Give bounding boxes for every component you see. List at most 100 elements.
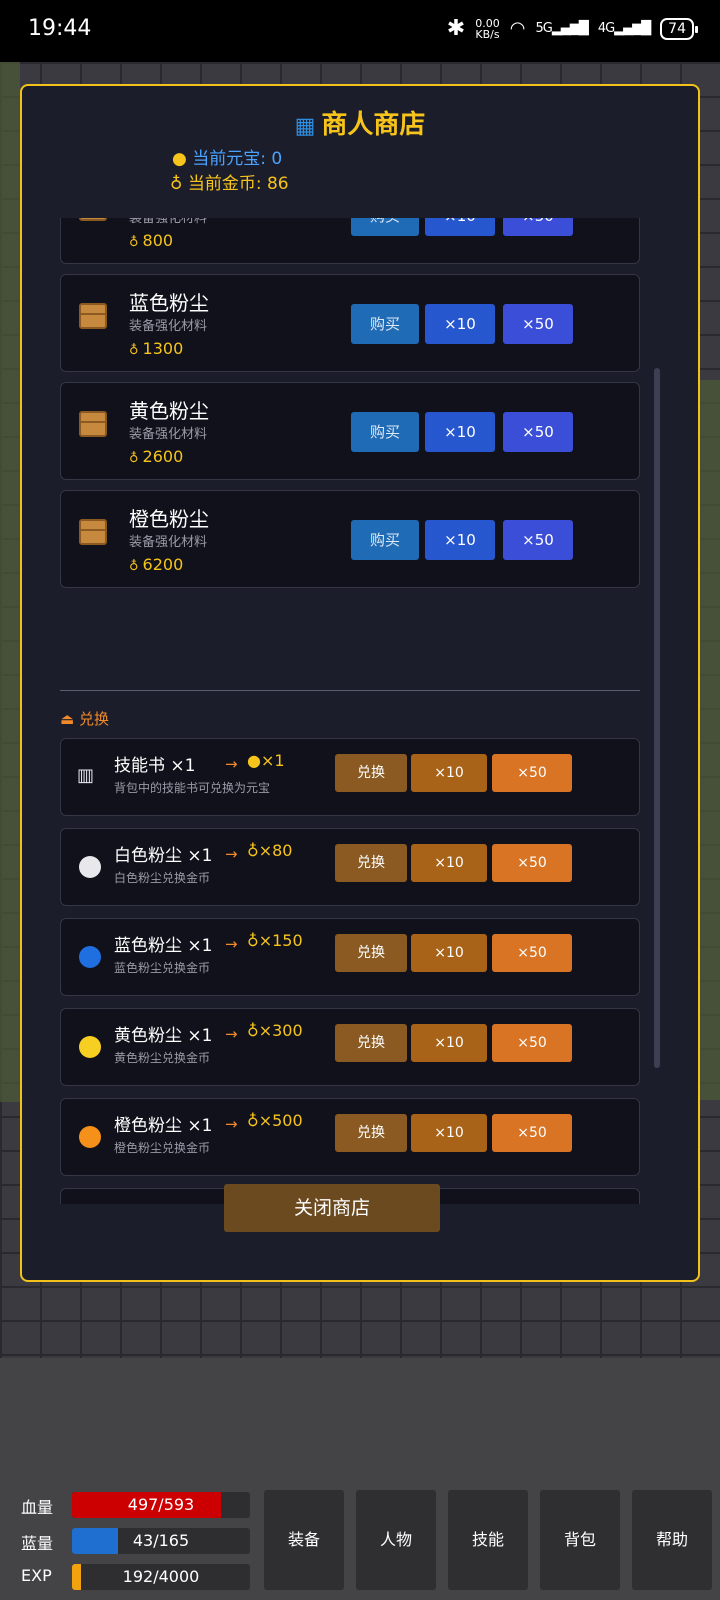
item-name: 黄色粉尘: [129, 399, 209, 423]
money-bag-icon: ♁: [129, 559, 139, 574]
buy-button[interactable]: 购买: [351, 520, 419, 560]
item-price-value: 800: [142, 231, 174, 250]
exchange-reward-value: ×80: [258, 841, 293, 860]
exchange-x50-button[interactable]: ×50: [492, 934, 572, 972]
exchange-x10-button[interactable]: ×10: [411, 934, 487, 972]
exchange-section-title: ⏏ 兑换: [60, 708, 109, 729]
blue-circle-icon: [79, 946, 101, 968]
buy-button[interactable]: 购买: [351, 218, 419, 236]
section-divider: [60, 690, 640, 691]
yellow-circle-icon: [79, 1036, 101, 1058]
exp-label: EXP: [21, 1566, 52, 1585]
buy-x50-button[interactable]: ×50: [503, 218, 573, 236]
shop-item: 橙色粉尘 装备强化材料 ♁ 6200 购买 ×10 ×50: [60, 490, 640, 588]
arrow-right-icon: →: [225, 935, 238, 953]
exchange-x10-button[interactable]: ×10: [411, 754, 487, 792]
package-icon: [79, 303, 107, 329]
exchange-item-name: 黄色粉尘 ×1: [114, 1026, 213, 1046]
money-bag-icon: ♁: [247, 1111, 259, 1130]
exchange-reward-value: ×150: [258, 931, 303, 950]
money-bag-icon: ♁: [129, 343, 139, 358]
item-price-value: 6200: [142, 555, 184, 574]
inventory-button[interactable]: 背包: [540, 1490, 620, 1590]
exchange-x10-button[interactable]: ×10: [411, 844, 487, 882]
exchange-reward-value: ×300: [258, 1021, 303, 1040]
exchange-button[interactable]: 兑换: [335, 934, 407, 972]
mp-value: 43/165: [132, 1531, 190, 1550]
character-button[interactable]: 人物: [356, 1490, 436, 1590]
scrollbar[interactable]: [654, 368, 660, 1068]
exchange-button[interactable]: 兑换: [335, 1114, 407, 1152]
white-circle-icon: [79, 856, 101, 878]
buy-x50-button[interactable]: ×50: [503, 412, 573, 452]
exchange-item-desc: 橙色粉尘兑换金币: [114, 1141, 211, 1155]
hp-label: 血量: [21, 1498, 54, 1517]
shop-item: 装备强化材料 ♁800 购买 ×10 ×50: [60, 218, 640, 264]
shop-modal: ▦商人商店 ● 当前元宝: 0 ♁ 当前金币: 86 装备强化材料 ♁800 购…: [20, 84, 700, 1282]
exchange-reward-value: ×1: [260, 751, 285, 770]
item-desc: 装备强化材料: [129, 535, 208, 550]
arrow-right-icon: →: [225, 1115, 238, 1133]
exchange-button[interactable]: 兑换: [335, 1024, 407, 1062]
store-icon: ▦: [294, 114, 316, 139]
exchange-x50-button[interactable]: ×50: [492, 844, 572, 882]
exchange-reward: ♁×500: [247, 1111, 303, 1130]
status-icons: ✱ 0.00 KB/s ◠ 5G▂▄▆█ 4G▂▄▆█ 74: [446, 16, 698, 41]
arrow-right-icon: →: [225, 845, 238, 863]
exchange-section-text: 兑换: [78, 710, 109, 728]
item-name: 橙色粉尘: [129, 507, 209, 531]
buy-x10-button[interactable]: ×10: [425, 412, 495, 452]
exchange-reward-value: ×500: [258, 1111, 303, 1130]
money-bag-icon: ♁: [170, 174, 183, 194]
exchange-x50-button[interactable]: ×50: [492, 754, 572, 792]
mp-bar: 43/165: [72, 1528, 250, 1554]
shop-title: ▦ 商人商店: [22, 104, 698, 141]
skills-button[interactable]: 技能: [448, 1490, 528, 1590]
money-bag-icon: ♁: [247, 931, 259, 950]
exchange-reward: ♁×300: [247, 1021, 303, 1040]
exchange-icon: ⏏: [60, 710, 75, 728]
bluetooth-icon: ✱: [446, 16, 466, 41]
exchange-item: ▥ 技能书 ×1 → ●×1 背包中的技能书可兑换为元宝 兑换 ×10 ×50: [60, 738, 640, 816]
package-icon: [79, 519, 107, 545]
exchange-item: 黄色粉尘 ×1 → ♁×300 黄色粉尘兑换金币 兑换 ×10 ×50: [60, 1008, 640, 1086]
exchange-x10-button[interactable]: ×10: [411, 1024, 487, 1062]
buy-x10-button[interactable]: ×10: [425, 218, 495, 236]
book-icon: ▥: [77, 765, 95, 786]
buy-x10-button[interactable]: ×10: [425, 304, 495, 344]
hp-value: 497/593: [127, 1495, 195, 1514]
buy-x50-button[interactable]: ×50: [503, 520, 573, 560]
item-price-value: 2600: [142, 447, 184, 466]
exchange-x10-button[interactable]: ×10: [411, 1114, 487, 1152]
item-price-value: 1300: [142, 339, 184, 358]
buy-x50-button[interactable]: ×50: [503, 304, 573, 344]
money-bag-icon: ♁: [247, 841, 259, 860]
buy-button[interactable]: 购买: [351, 412, 419, 452]
exchange-item-desc: 黄色粉尘兑换金币: [114, 1051, 211, 1065]
exchange-item-name: 技能书 ×1: [114, 756, 196, 776]
shop-item-list[interactable]: 装备强化材料 ♁800 购买 ×10 ×50 蓝色粉尘 装备强化材料 ♁1300…: [60, 218, 676, 1204]
exchange-button[interactable]: 兑换: [335, 754, 407, 792]
buy-x10-button[interactable]: ×10: [425, 520, 495, 560]
buy-button[interactable]: 购买: [351, 304, 419, 344]
exchange-item: 白色粉尘 ×1 → ♁×80 白色粉尘兑换金币 兑换 ×10 ×50: [60, 828, 640, 906]
current-gold: ♁ 当前金币: 86: [170, 169, 289, 194]
equipment-button[interactable]: 装备: [264, 1490, 344, 1590]
help-button[interactable]: 帮助: [632, 1490, 712, 1590]
coin-icon: ●: [172, 149, 187, 169]
exchange-x50-button[interactable]: ×50: [492, 1114, 572, 1152]
status-bar: 19:44 ✱ 0.00 KB/s ◠ 5G▂▄▆█ 4G▂▄▆█ 74: [0, 0, 720, 62]
exchange-item: 蓝色粉尘 ×1 → ♁×150 蓝色粉尘兑换金币 兑换 ×10 ×50: [60, 918, 640, 996]
exchange-button[interactable]: 兑换: [335, 844, 407, 882]
package-icon: [79, 218, 107, 221]
arrow-right-icon: →: [225, 1025, 238, 1043]
signal-5g-icon: 5G▂▄▆█: [535, 21, 588, 36]
exchange-x50-button[interactable]: ×50: [492, 1024, 572, 1062]
item-price: ♁ 6200: [129, 555, 183, 574]
close-shop-button[interactable]: 关闭商店: [224, 1184, 440, 1232]
signal-4g-label: 4G: [597, 21, 615, 36]
exchange-item-desc: 蓝色粉尘兑换金币: [114, 961, 211, 975]
current-yuanbao-text: 当前元宝: 0: [192, 149, 283, 169]
item-price: ♁ 2600: [129, 447, 183, 466]
signal-4g-icon: 4G▂▄▆█: [597, 21, 651, 36]
